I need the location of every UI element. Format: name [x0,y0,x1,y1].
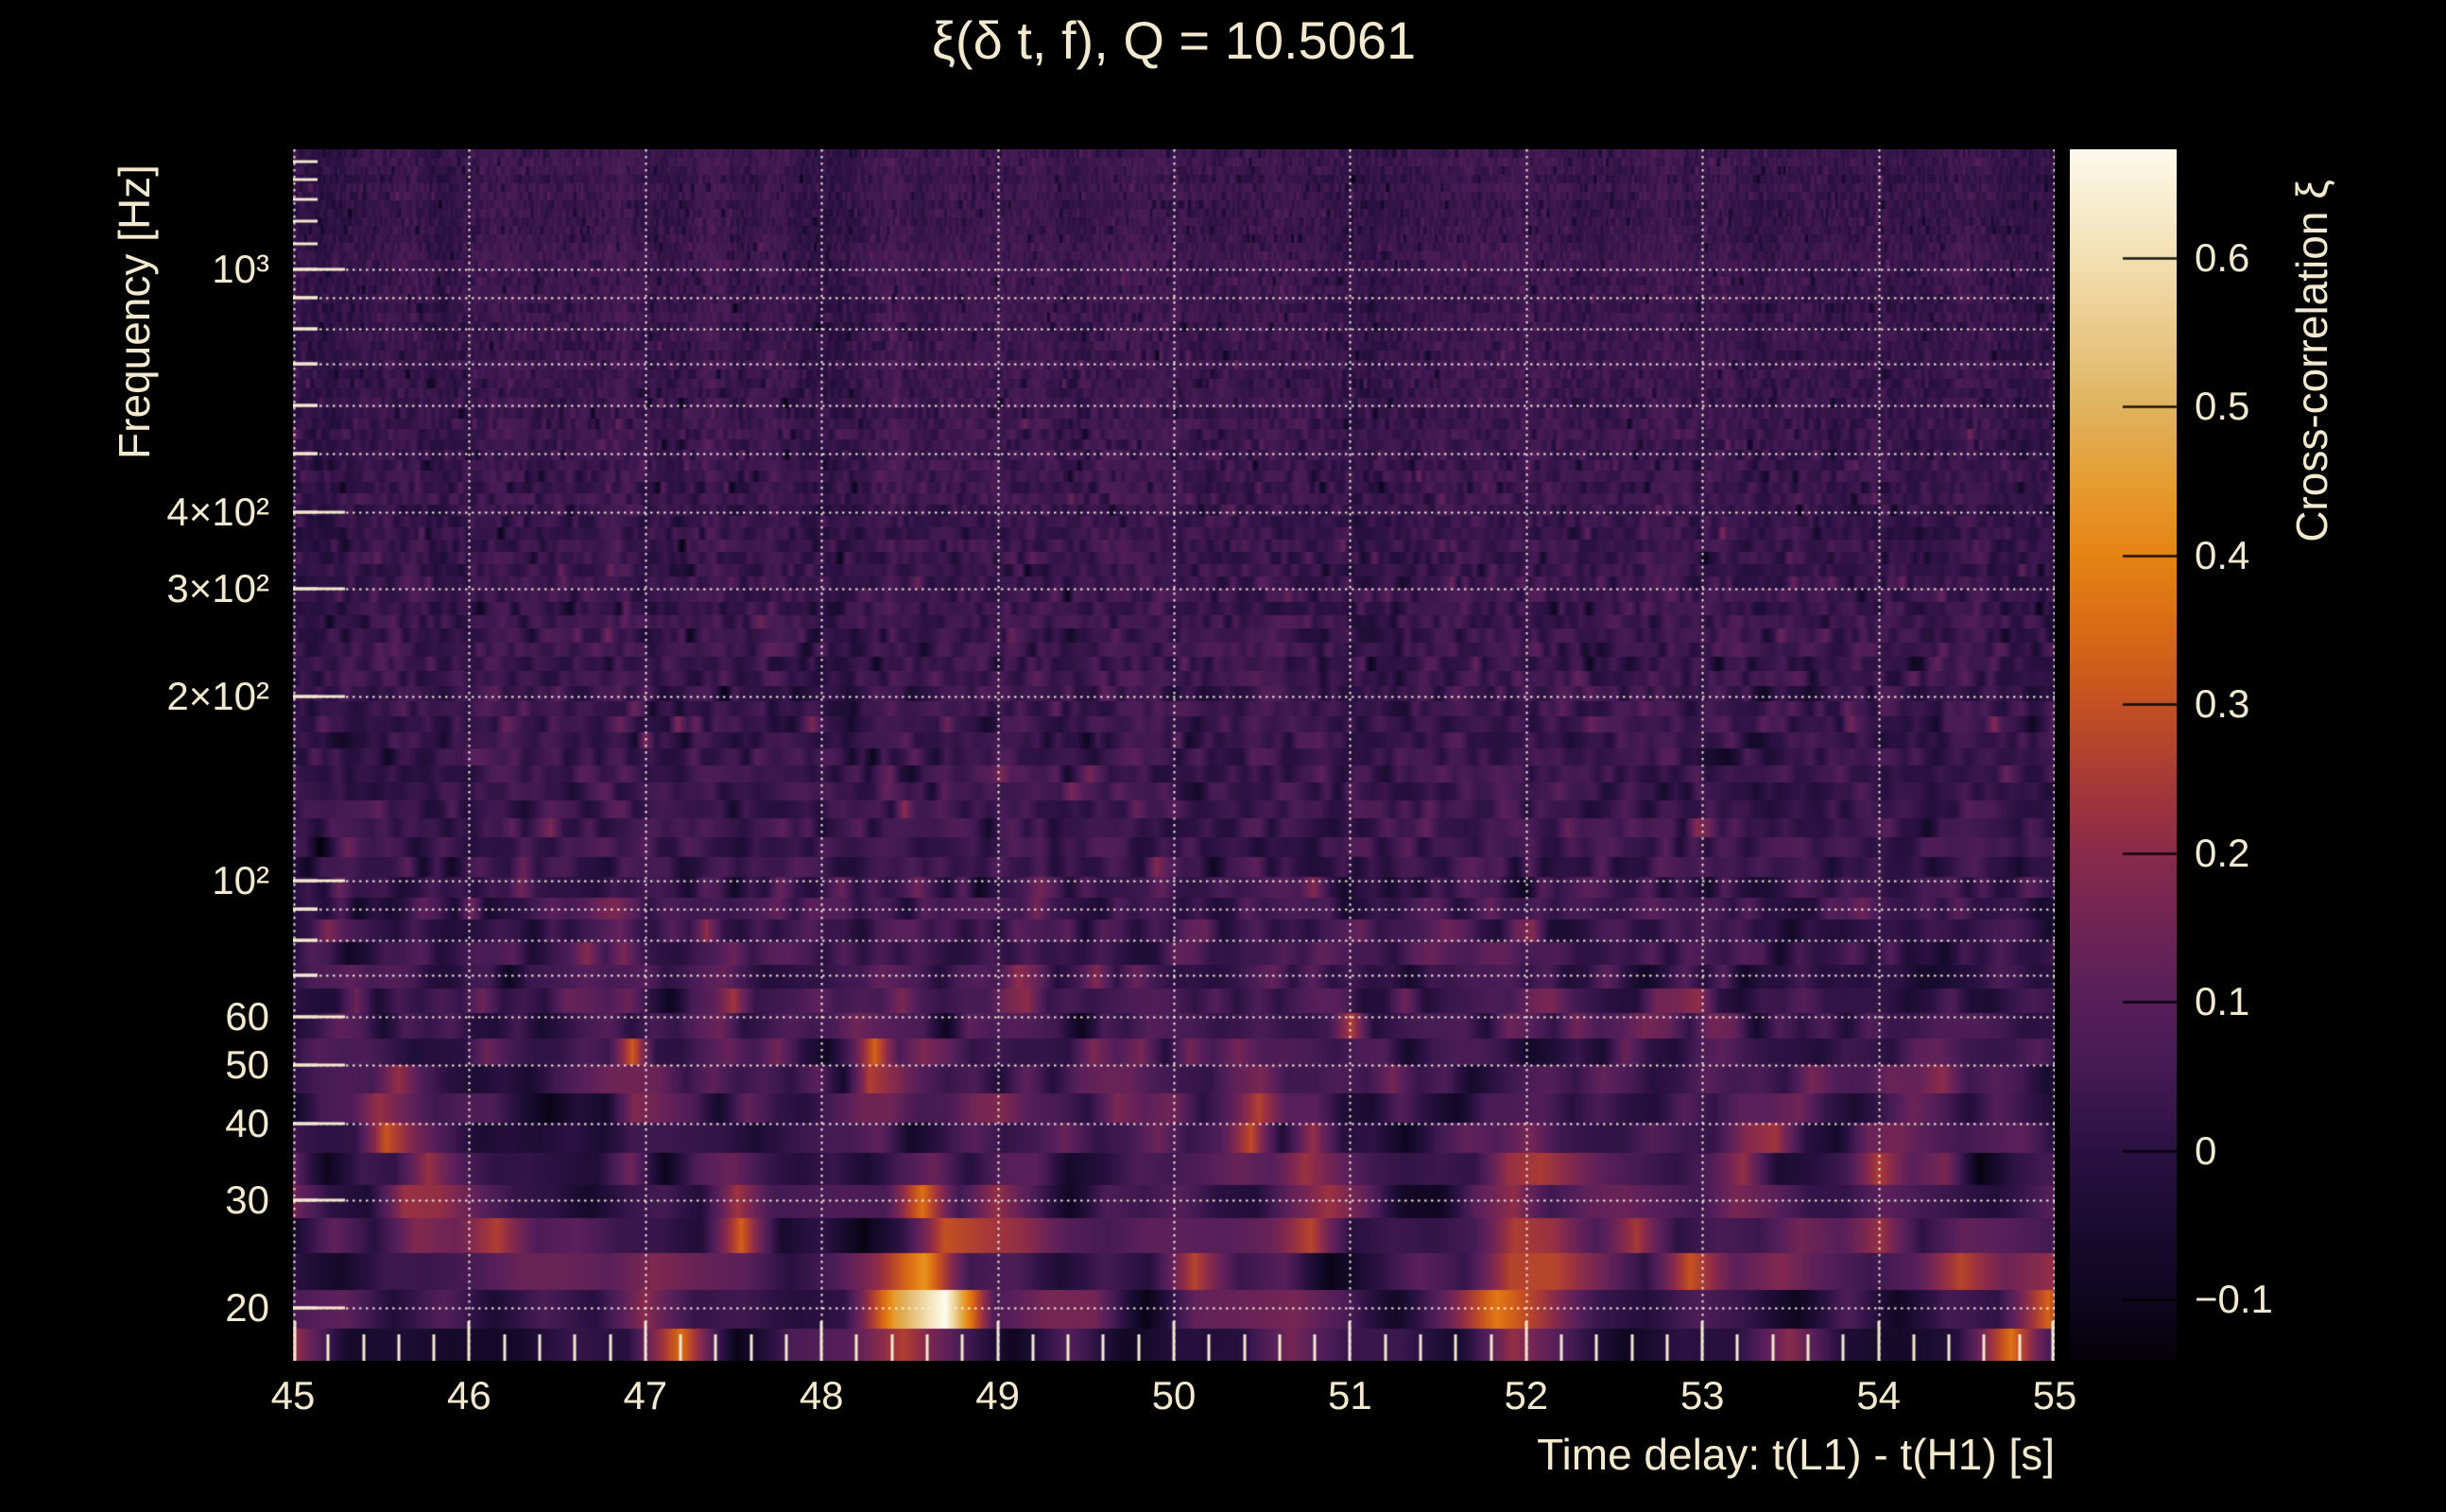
colorbar-tick-label: −0.1 [2195,1277,2273,1322]
y-tick-label: 10³ [212,247,269,291]
x-tick-label: 52 [1504,1373,1549,1418]
x-tick-label: 48 [799,1373,844,1418]
y-axis-title: Frequency [Hz] [110,164,159,459]
colorbar-tick-label: 0.1 [2195,979,2250,1024]
x-tick-label: 46 [447,1373,491,1418]
y-tick-label: 50 [225,1041,269,1087]
qscan-cross-correlation-window: ξ(δ t, f), Q = 10.5061 Frequency [Hz] Ti… [0,0,2446,1512]
x-tick-label: 54 [1856,1373,1901,1418]
colorbar-tick-label: 0 [2195,1127,2217,1173]
x-axis-title: Time delay: t(L1) - t(H1) [s] [1537,1430,2055,1479]
colorbar-tick-label: 0.4 [2195,532,2250,577]
y-tick-label: 4×10² [166,490,269,535]
x-tick-label: 53 [1679,1373,1725,1418]
colorbar-tick-label: 0.3 [2195,681,2250,727]
colorbar-tick-label: 0.2 [2195,830,2250,875]
y-tick-label: 3×10² [166,566,269,611]
x-tick-label: 51 [1328,1373,1372,1418]
x-tick-label: 47 [623,1373,668,1418]
x-tick-label: 55 [2032,1373,2077,1418]
y-tick-label: 10² [212,858,269,902]
y-tick-label: 40 [225,1101,269,1146]
colorbar-tick-label: 0.5 [2195,384,2250,429]
y-tick-label: 2×10² [166,674,269,719]
y-tick-label: 20 [225,1285,269,1331]
x-tick-label: 45 [270,1373,316,1418]
colorbar-title: Cross-correlation ξ [2287,180,2336,542]
y-tick-label: 30 [225,1177,269,1223]
x-tick-label: 50 [1151,1373,1197,1418]
plot-title: ξ(δ t, f), Q = 10.5061 [931,10,1417,70]
colorbar-tick-label: 0.6 [2195,234,2250,280]
colorbar [2070,149,2177,1361]
x-tick-label: 49 [975,1373,1020,1418]
heatmap-canvas [293,149,2055,1361]
y-tick-label: 60 [225,993,269,1039]
